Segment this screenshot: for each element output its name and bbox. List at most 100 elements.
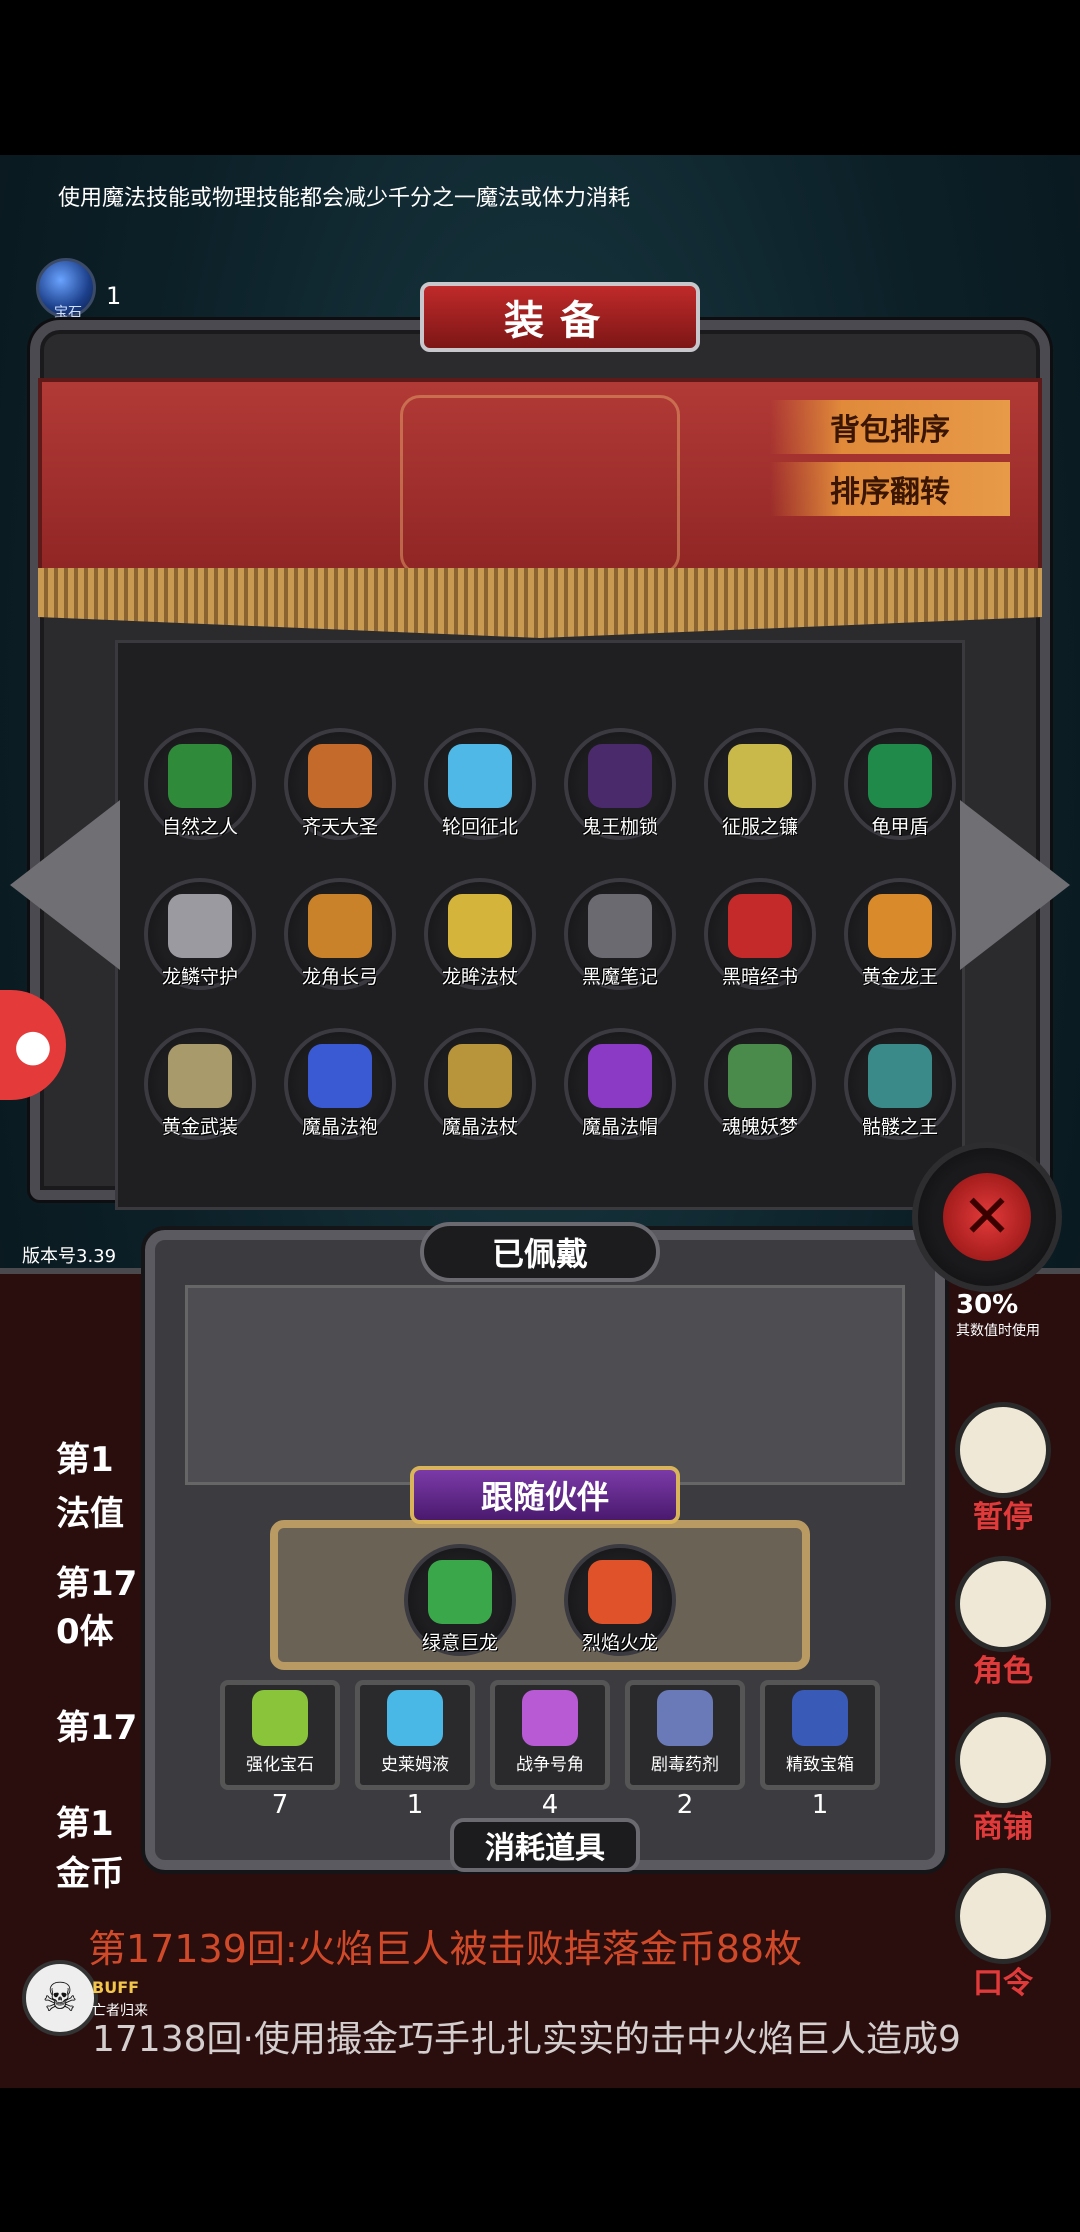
skull-icon[interactable]: ☠ <box>22 1960 98 2036</box>
code-button[interactable]: 口令 <box>948 1868 1058 2002</box>
consumables-title-plate: 消耗道具 <box>450 1818 640 1872</box>
equipment-title-plate: 装备 <box>420 282 700 352</box>
equipment-item[interactable]: 魔晶法帽 <box>560 1024 680 1144</box>
dragon-icon <box>428 1560 492 1624</box>
log-line: 0体 <box>56 1612 114 1652</box>
equipment-item[interactable]: 自然之人 <box>140 724 260 844</box>
reverse-sort-button[interactable]: 排序翻转 <box>770 462 1010 516</box>
consumable-label: 战争号角 <box>516 1755 584 1775</box>
equipment-item[interactable]: 黄金龙王 <box>840 874 960 994</box>
consumable-icon <box>252 1690 308 1746</box>
log-line: 第1 <box>56 1804 114 1844</box>
equipment-item[interactable]: 魔晶法杖 <box>420 1024 540 1144</box>
equipment-item-label: 龙眸法杖 <box>441 966 518 988</box>
close-icon: ✕ <box>943 1173 1031 1261</box>
equipment-item[interactable]: 骷髅之王 <box>840 1024 960 1144</box>
equipment-item-label: 魔晶法杖 <box>441 1116 518 1138</box>
buff-sub: 亡者归来 <box>92 2003 148 2019</box>
role-button[interactable]: 角色 <box>948 1556 1058 1690</box>
worn-slots-area <box>185 1285 905 1485</box>
equipment-item[interactable]: 魔晶法袍 <box>280 1024 400 1144</box>
equipment-item-label: 龙鳞守护 <box>161 966 238 988</box>
consumable-count: 1 <box>406 1790 424 1820</box>
dragon-icon <box>588 1560 652 1624</box>
consumables-title: 消耗道具 <box>485 1831 605 1866</box>
equipment-item[interactable]: 黄金武装 <box>140 1024 260 1144</box>
equipment-item-icon <box>728 894 792 958</box>
version-label: 版本号3.39 <box>22 1246 117 1267</box>
equipment-item-icon <box>448 744 512 808</box>
equipment-item[interactable]: 征服之镰 <box>700 724 820 844</box>
companion-item[interactable]: 绿意巨龙 <box>400 1540 520 1660</box>
consumable-item[interactable]: 强化宝石 7 <box>220 1680 340 1820</box>
consumable-item[interactable]: 史莱姆液 1 <box>355 1680 475 1820</box>
equipment-item[interactable]: 黑暗经书 <box>700 874 820 994</box>
companion-item[interactable]: 烈焰火龙 <box>560 1540 680 1660</box>
equipment-item[interactable]: 黑魔笔记 <box>560 874 680 994</box>
stat-tag: 30% <box>956 1290 1019 1320</box>
consumable-icon <box>387 1690 443 1746</box>
hint-text: 使用魔法技能或物理技能都会减少千分之一魔法或体力消耗 <box>58 186 631 211</box>
equipment-item-icon <box>868 744 932 808</box>
equipment-item-icon <box>728 744 792 808</box>
equipment-item[interactable]: 魂魄妖梦 <box>700 1024 820 1144</box>
pause-button[interactable]: 暂停 <box>948 1402 1058 1536</box>
consumable-item[interactable]: 精致宝箱 1 <box>760 1680 880 1820</box>
equipment-item-label: 齐天大圣 <box>301 816 378 838</box>
code-label: 口令 <box>973 1966 1033 2001</box>
worn-title-plate: 已佩戴 <box>420 1222 660 1282</box>
equipment-item[interactable]: 龙眸法杖 <box>420 874 540 994</box>
crossed-swords-icon <box>400 395 680 575</box>
equipment-item-label: 龟甲盾 <box>871 816 929 838</box>
consumable-icon <box>792 1690 848 1746</box>
consumable-label: 剧毒药剂 <box>651 1755 719 1775</box>
log-bottom-line: 17138回·使用撮金巧手扎扎实实的击中火焰巨人造成9 <box>92 2019 961 2060</box>
sort-bag-button[interactable]: 背包排序 <box>770 400 1010 454</box>
gem-label: 宝石 <box>54 305 82 321</box>
dice-icon <box>955 1402 1051 1498</box>
equipment-item[interactable]: 轮回征北 <box>420 724 540 844</box>
pause-label: 暂停 <box>973 1500 1033 1535</box>
consumable-icon <box>522 1690 578 1746</box>
companion-area <box>270 1520 810 1670</box>
shop-button[interactable]: 商铺 <box>948 1712 1058 1846</box>
equipment-item-label: 黄金龙王 <box>861 966 938 988</box>
equipment-item[interactable]: 龙角长弓 <box>280 874 400 994</box>
equipment-item-label: 征服之镰 <box>721 816 798 838</box>
equipment-item[interactable]: 齐天大圣 <box>280 724 400 844</box>
consumable-count: 1 <box>811 1790 829 1820</box>
equipment-item[interactable]: 龙鳞守护 <box>140 874 260 994</box>
equipment-item-icon <box>868 894 932 958</box>
consumable-icon <box>657 1690 713 1746</box>
equipment-item-label: 骷髅之王 <box>861 1116 938 1138</box>
equipment-item[interactable]: 鬼王枷锁 <box>560 724 680 844</box>
equipment-item-icon <box>588 744 652 808</box>
consumable-count: 4 <box>541 1790 559 1820</box>
equipment-item-icon <box>588 894 652 958</box>
shop-icon <box>955 1712 1051 1808</box>
equipment-item-label: 黑魔笔记 <box>581 966 658 988</box>
log-line: 第17 <box>56 1708 138 1748</box>
equipment-item-label: 鬼王枷锁 <box>581 816 658 838</box>
buff-label: BUFF <box>92 1978 140 1997</box>
stat-note: 其数值时使用 <box>956 1323 1040 1339</box>
log-line: 法值 <box>56 1494 124 1534</box>
consumable-item[interactable]: 剧毒药剂 2 <box>625 1680 745 1820</box>
equipment-item-icon <box>868 1044 932 1108</box>
equipment-item-icon <box>308 1044 372 1108</box>
prev-page-arrow-icon[interactable] <box>10 800 120 970</box>
consumable-item[interactable]: 战争号角 4 <box>490 1680 610 1820</box>
user-icon: ● <box>13 1019 53 1071</box>
close-button[interactable]: ✕ <box>912 1142 1062 1292</box>
worn-title: 已佩戴 <box>491 1235 588 1273</box>
log-highlight: 第17139回:火焰巨人被击败掉落金币88枚 <box>88 1927 803 1971</box>
sort-bag-label: 背包排序 <box>830 413 950 448</box>
equipment-item-label: 黑暗经书 <box>721 966 798 988</box>
consumable-label: 强化宝石 <box>246 1755 314 1775</box>
equipment-item[interactable]: 龟甲盾 <box>840 724 960 844</box>
equipment-title: 装备 <box>504 298 616 344</box>
consumable-count: 7 <box>271 1790 289 1820</box>
equipment-item-icon <box>448 894 512 958</box>
companion-title-plate: 跟随伙伴 <box>410 1466 680 1524</box>
next-page-arrow-icon[interactable] <box>960 800 1070 970</box>
